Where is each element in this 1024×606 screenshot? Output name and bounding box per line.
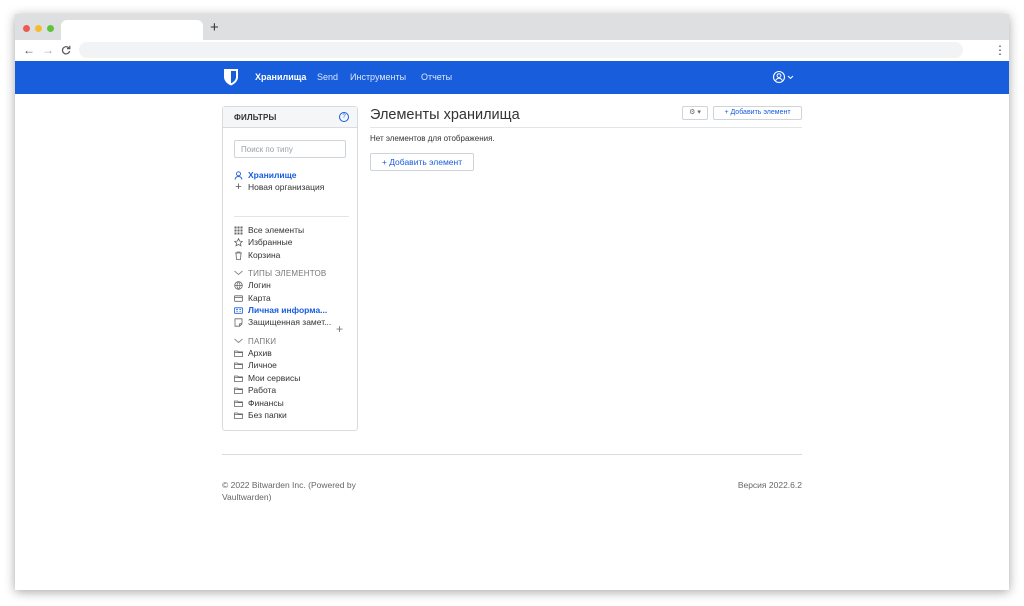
sidebar-item-secure-note[interactable]: Защищенная замет... (234, 317, 331, 328)
sidebar-item-label: Архив (248, 348, 272, 358)
browser-menu-icon[interactable]: ⋮ (994, 42, 1006, 58)
footer-copyright: © 2022 Bitwarden Inc. (Powered by Vaultw… (222, 480, 356, 502)
maximize-window-button[interactable] (47, 25, 54, 32)
address-bar[interactable] (79, 42, 963, 58)
help-icon[interactable]: ? (339, 112, 349, 122)
sidebar-item-trash[interactable]: Корзина (234, 250, 280, 261)
sidebar-item-label: Личная информа... (248, 305, 328, 315)
folder-icon (234, 411, 243, 420)
empty-state-text: Нет элементов для отображения. (370, 134, 495, 143)
sidebar-divider (234, 216, 349, 217)
sidebar-item-label: Новая организация (248, 182, 325, 192)
sidebar-item-label: Все элементы (248, 225, 305, 235)
user-icon (234, 171, 243, 180)
add-folder-button[interactable]: + (336, 323, 343, 335)
trash-icon (234, 251, 243, 260)
app-navbar: Хранилища Send Инструменты Отчеты (15, 61, 1009, 94)
sidebar-item-folder[interactable]: Архив (234, 348, 272, 359)
filters-header: ФИЛЬТРЫ ? (223, 107, 357, 128)
sidebar-item-label: Логин (248, 280, 271, 290)
settings-dropdown-button[interactable]: ⚙ ▾ (682, 106, 708, 120)
folders-heading: ПАПКИ (248, 337, 277, 346)
header-add-item-button[interactable]: + Добавить элемент (713, 106, 802, 120)
footer-divider (222, 454, 802, 455)
filters-title: ФИЛЬТРЫ (234, 113, 277, 122)
grid-icon (234, 226, 243, 235)
sidebar-item-label: Личное (248, 360, 277, 370)
folder-icon (234, 361, 243, 370)
folder-icon (234, 399, 243, 408)
chevron-down-icon (234, 269, 243, 278)
sidebar-item-card[interactable]: Карта (234, 293, 271, 304)
sidebar-item-new-organization[interactable]: + Новая организация (234, 182, 324, 193)
sidebar-item-folder[interactable]: Работа (234, 385, 276, 396)
sidebar-item-label: Корзина (248, 250, 281, 260)
types-group-toggle[interactable]: ТИПЫ ЭЛЕМЕНТОВ (234, 268, 326, 279)
bitwarden-shield-logo[interactable] (223, 68, 239, 86)
title-divider (370, 127, 802, 128)
sidebar-item-label: Без папки (248, 410, 287, 420)
sidebar-item-favorites[interactable]: Избранные (233, 237, 293, 248)
star-icon (233, 237, 244, 247)
sidebar-item-folder[interactable]: Мои сервисы (234, 373, 300, 384)
search-input[interactable] (234, 140, 346, 158)
folder-icon (234, 374, 243, 383)
sidebar-item-label: Мои сервисы (248, 373, 301, 383)
plus-icon: + (235, 181, 242, 193)
folder-icon (234, 349, 243, 358)
sidebar-item-label: Защищенная замет... (248, 317, 332, 327)
sidebar-item-vault[interactable]: Хранилище (234, 170, 296, 181)
sidebar-item-login[interactable]: Логин (234, 280, 271, 291)
browser-toolbar: ← → ⋮ (15, 40, 1009, 61)
filters-sidebar: ФИЛЬТРЫ ? Хранилище + Новая организация … (222, 106, 358, 431)
folders-group-toggle[interactable]: ПАПКИ (234, 336, 276, 347)
browser-tab-bar: + (15, 14, 1009, 40)
sidebar-item-folder[interactable]: Финансы (234, 398, 284, 409)
new-tab-button[interactable]: + (210, 19, 219, 37)
id-card-icon (234, 306, 243, 315)
nav-send[interactable]: Send (317, 72, 338, 83)
globe-icon (234, 281, 243, 290)
account-menu-icon[interactable] (772, 70, 798, 84)
page-title: Элементы хранилища (370, 107, 520, 123)
sidebar-item-all-items[interactable]: Все элементы (234, 225, 304, 236)
nav-tools[interactable]: Инструменты (350, 72, 406, 83)
sidebar-item-label: Избранные (248, 237, 293, 247)
types-heading: ТИПЫ ЭЛЕМЕНТОВ (248, 269, 327, 278)
folder-icon (234, 386, 243, 395)
sidebar-item-label: Финансы (248, 398, 284, 408)
card-icon (234, 294, 243, 303)
sidebar-item-label: Работа (248, 385, 277, 395)
footer-version: Версия 2022.6.2 (737, 480, 802, 490)
close-window-button[interactable] (23, 25, 30, 32)
nav-vaults[interactable]: Хранилища (255, 72, 306, 83)
sidebar-item-folder[interactable]: Без папки (234, 410, 287, 421)
minimize-window-button[interactable] (35, 25, 42, 32)
forward-arrow-icon[interactable]: → (42, 42, 54, 58)
browser-window: + ← → ⋮ Хранилища Send Инструменты Отчет… (15, 14, 1009, 590)
browser-tab[interactable] (61, 20, 203, 40)
nav-reports[interactable]: Отчеты (421, 72, 452, 83)
note-icon (234, 318, 243, 327)
sidebar-item-identity[interactable]: Личная информа... (234, 305, 327, 316)
sidebar-item-label: Хранилище (248, 170, 297, 180)
reload-icon[interactable] (61, 42, 71, 59)
chevron-down-icon (234, 337, 243, 346)
back-arrow-icon[interactable]: ← (23, 42, 35, 58)
sidebar-item-label: Карта (248, 293, 271, 303)
add-item-button[interactable]: + Добавить элемент (370, 153, 474, 171)
sidebar-item-folder[interactable]: Личное (234, 360, 277, 371)
